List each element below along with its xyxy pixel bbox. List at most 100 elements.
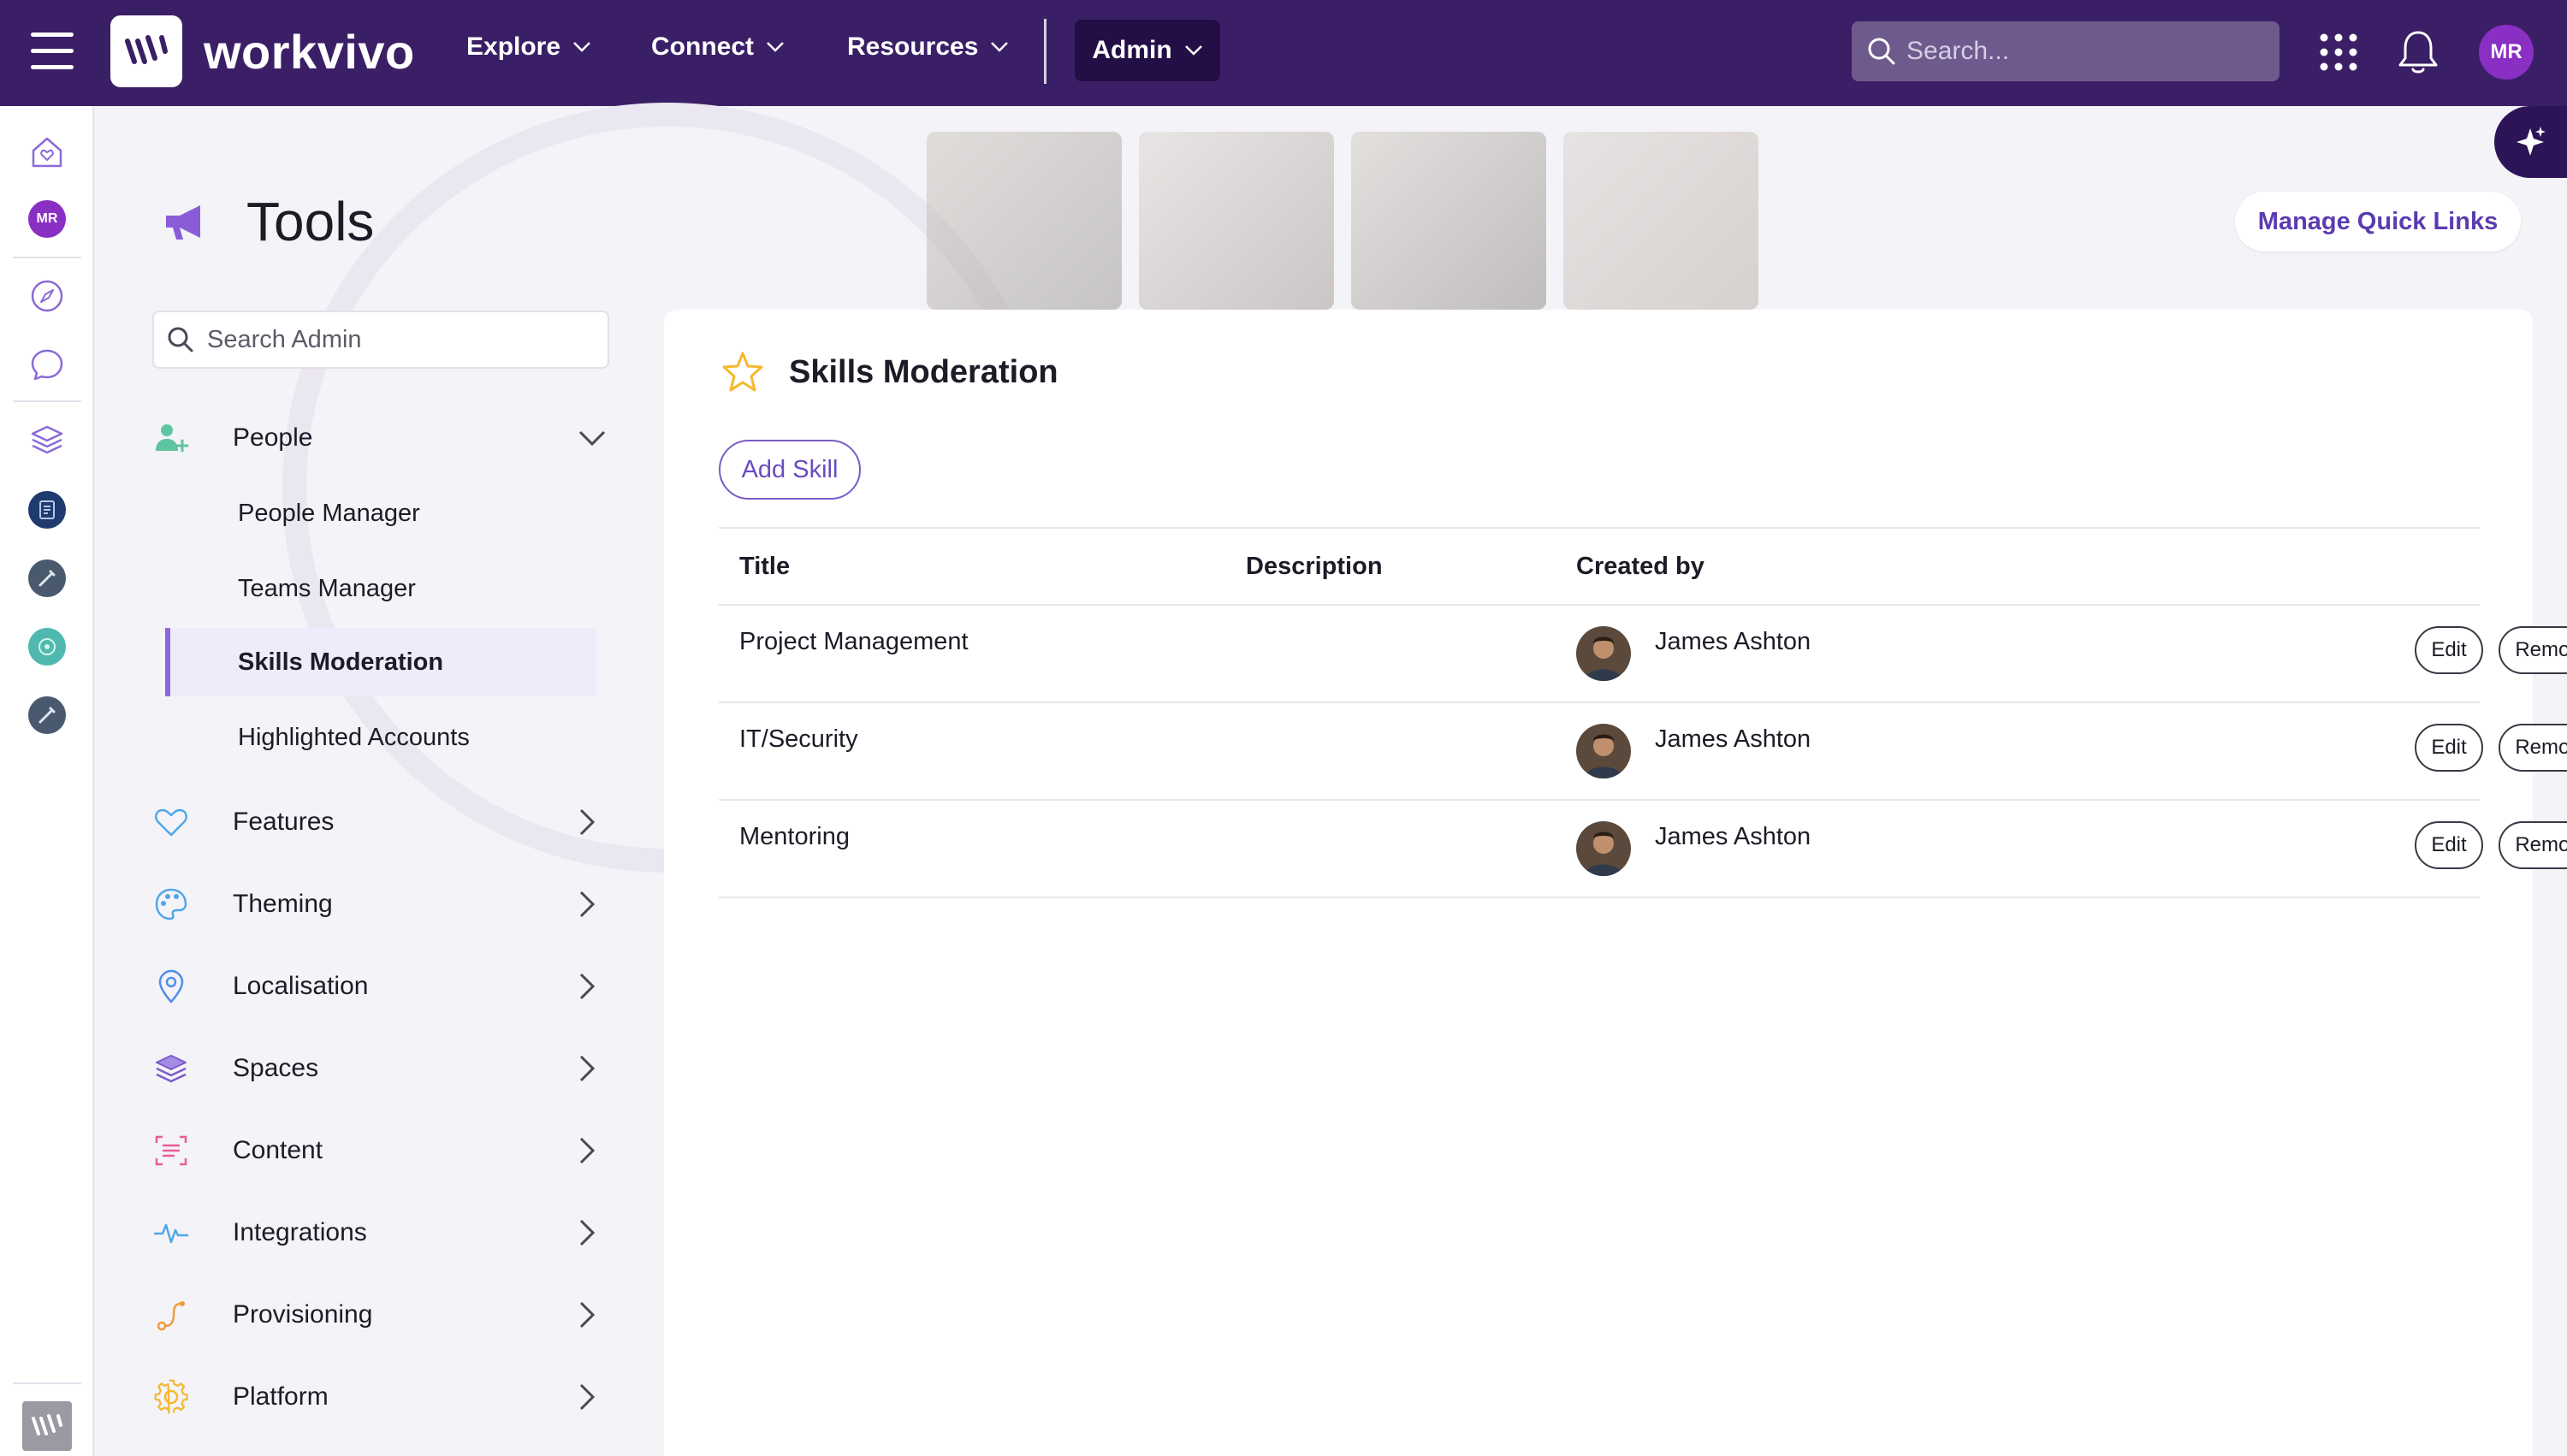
admin-search[interactable] [152, 311, 609, 369]
skill-title: IT/Security [739, 725, 858, 753]
global-search[interactable] [1852, 21, 2279, 81]
manage-quick-links-button[interactable]: Manage Quick Links [2235, 192, 2521, 252]
sidebar-item-spaces[interactable]: Spaces [152, 1039, 614, 1098]
sidebar-item-highlighted-accounts[interactable]: Highlighted Accounts [165, 703, 596, 772]
card-title: Skills Moderation [789, 353, 1058, 390]
nav-connect-label: Connect [651, 33, 754, 61]
space-icon[interactable] [28, 491, 66, 529]
nav-resources-label: Resources [847, 33, 979, 61]
skills-moderation-card: Skills Moderation Add Skill Title Descri… [664, 310, 2567, 1456]
skills-table: Title Description Created by Project Man… [719, 527, 2567, 898]
add-skill-button[interactable]: Add Skill [719, 440, 861, 500]
route-icon [152, 1296, 190, 1334]
sidebar-item-label: Provisioning [233, 1300, 373, 1329]
nav-admin-label: Admin [1092, 36, 1172, 64]
ai-assistant-button[interactable] [2494, 106, 2567, 178]
user-avatar[interactable]: MR [2479, 25, 2534, 80]
sidebar-item-integrations[interactable]: Integrations [152, 1203, 614, 1263]
chevron-down-icon [1184, 45, 1202, 56]
profile-avatar[interactable]: MR [28, 200, 66, 238]
chevron-right-icon [579, 973, 596, 1000]
banner-photo [1139, 132, 1334, 310]
sidebar-item-label: Spaces [233, 1054, 319, 1082]
bell-icon[interactable] [2396, 27, 2440, 75]
sidebar-item-people-manager[interactable]: People Manager [165, 479, 596, 547]
sidebar-item-skills-moderation[interactable]: Skills Moderation [165, 628, 596, 696]
card-header: Skills Moderation [720, 351, 1058, 394]
nav-connect[interactable]: Connect [651, 33, 785, 62]
menu-icon[interactable] [31, 33, 75, 72]
chevron-right-icon [579, 1137, 596, 1164]
workvivo-logo-icon[interactable] [22, 1401, 72, 1451]
sidebar-item-theming[interactable]: Theming [152, 874, 614, 934]
sidebar-item-label: Theming [233, 890, 333, 918]
layers-icon [152, 1050, 190, 1087]
chat-icon[interactable] [28, 346, 66, 383]
workvivo-logo-icon[interactable] [110, 15, 182, 87]
created-by-name: James Ashton [1655, 725, 1811, 753]
space-icon[interactable] [28, 628, 66, 666]
heart-icon [152, 803, 190, 841]
content-icon [152, 1132, 190, 1169]
remove-button[interactable]: Remove [2499, 821, 2567, 869]
table-row: Mentoring James Ashton Edit Remove [719, 801, 2567, 898]
edit-button[interactable]: Edit [2415, 724, 2483, 772]
space-icon[interactable] [28, 696, 66, 734]
column-header-created-by[interactable]: Created by [1576, 553, 1704, 581]
sidebar-item-localisation[interactable]: Localisation [152, 956, 614, 1016]
page-header: Tools [161, 190, 374, 253]
home-icon[interactable] [28, 133, 66, 171]
table-row: Project Management James Ashton Edit Rem… [719, 606, 2567, 703]
admin-search-input[interactable] [207, 325, 601, 354]
rail-divider [13, 1382, 81, 1384]
sidebar-item-provisioning[interactable]: Provisioning [152, 1285, 614, 1345]
compass-icon[interactable] [28, 277, 66, 315]
sidebar-item-label: Integrations [233, 1218, 367, 1246]
sidebar-item-label: People [233, 423, 313, 452]
banner-photo [1563, 132, 1758, 310]
chevron-right-icon [579, 1219, 596, 1246]
chevron-down-icon [578, 430, 606, 447]
nav-explore[interactable]: Explore [466, 33, 591, 62]
remove-button[interactable]: Remove [2499, 626, 2567, 674]
remove-button[interactable]: Remove [2499, 724, 2567, 772]
sparkle-icon [2517, 127, 2546, 156]
column-header-title[interactable]: Title [739, 553, 790, 581]
page-title: Tools [246, 191, 375, 252]
gear-icon [152, 1378, 190, 1416]
sidebar-item-platform[interactable]: Platform [152, 1367, 614, 1427]
skill-title: Mentoring [739, 823, 850, 850]
rail-divider [13, 400, 81, 402]
megaphone-icon [166, 205, 200, 240]
edit-button[interactable]: Edit [2415, 626, 2483, 674]
space-icon[interactable] [28, 559, 66, 597]
chevron-right-icon [579, 891, 596, 918]
sidebar-item-people[interactable]: People [152, 408, 614, 468]
created-by-name: James Ashton [1655, 628, 1811, 655]
chevron-down-icon [767, 42, 784, 52]
banner-photo [1351, 132, 1546, 310]
chevron-right-icon [579, 1383, 596, 1411]
nav-divider [1044, 19, 1046, 84]
star-icon[interactable] [720, 351, 765, 394]
column-header-description[interactable]: Description [1246, 553, 1383, 581]
table-header: Title Description Created by [719, 527, 2480, 606]
chevron-down-icon [573, 42, 590, 52]
skill-title: Project Management [739, 628, 969, 655]
icon-rail: MR [0, 106, 94, 1456]
chevron-right-icon [579, 1301, 596, 1329]
nav-resources[interactable]: Resources [847, 33, 1009, 62]
nav-admin[interactable]: Admin [1075, 20, 1220, 81]
avatar [1576, 724, 1631, 778]
global-search-input[interactable] [1906, 37, 2266, 66]
sidebar-item-features[interactable]: Features [152, 792, 614, 852]
sidebar-item-teams-manager[interactable]: Teams Manager [165, 554, 596, 623]
created-by-name: James Ashton [1655, 823, 1811, 850]
sidebar-item-content[interactable]: Content [152, 1121, 614, 1181]
sidebar-item-label: Localisation [233, 972, 369, 1000]
apps-grid-icon[interactable] [2319, 33, 2358, 72]
logo-wordmark: workvivo [204, 25, 415, 79]
layers-icon[interactable] [28, 421, 66, 459]
edit-button[interactable]: Edit [2415, 821, 2483, 869]
banner-photo [927, 132, 1122, 310]
